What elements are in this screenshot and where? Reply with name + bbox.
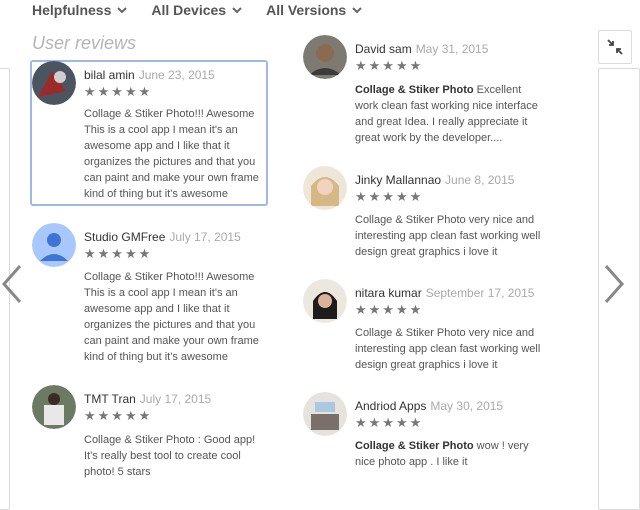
review-app-name: Collage & Stiker Photo — [355, 84, 474, 96]
filter-versions-dropdown[interactable]: All Versions — [266, 2, 364, 18]
author-name: Studio GMFree — [84, 230, 166, 244]
star-rating: ★★★★★ — [84, 84, 153, 99]
filter-label: Helpfulness — [32, 2, 112, 18]
chevron-down-icon — [117, 7, 128, 14]
review-text-content: Collage & Stiker Photo very nice and int… — [355, 327, 541, 371]
section-title: User reviews — [32, 33, 137, 53]
avatar — [32, 223, 76, 267]
filter-label: All Devices — [151, 2, 227, 18]
review-date: May 30, 2015 — [430, 399, 504, 413]
review-text: Collage & Stiker Photo!!! Awesome This i… — [84, 269, 260, 365]
filter-helpfulness-dropdown[interactable]: Helpfulness — [32, 2, 129, 18]
review-text-content: Collage & Stiker Photo : Good app! It's … — [84, 434, 256, 478]
review-date: September 17, 2015 — [425, 286, 535, 300]
avatar — [303, 279, 347, 323]
review-author: nitara kumar September 17, 2015 — [355, 286, 534, 300]
avatar — [303, 35, 347, 79]
star-rating: ★★★★★ — [355, 58, 424, 73]
author-name: David sam — [355, 42, 412, 56]
author-name: TMT Tran — [84, 392, 136, 406]
review-text: Collage & Stiker Photo!!! Awesome This i… — [84, 106, 260, 202]
review-text-content: Collage & Stiker Photo!!! Awesome This i… — [84, 108, 259, 200]
star-rating: ★★★★★ — [355, 189, 424, 204]
star-rating: ★★★★★ — [355, 302, 424, 317]
review-text: Collage & Stiker Photo very nice and int… — [355, 212, 545, 260]
filter-devices-dropdown[interactable]: All Devices — [151, 2, 244, 18]
avatar — [32, 385, 76, 429]
review-date: May 31, 2015 — [415, 42, 489, 56]
filter-label: All Versions — [266, 2, 347, 18]
author-name: nitara kumar — [355, 286, 422, 300]
review-text: Collage & Stiker Photo : Good app! It's … — [84, 432, 264, 480]
review-date: July 17, 2015 — [169, 230, 241, 244]
chevron-down-icon — [232, 7, 242, 14]
avatar — [303, 166, 347, 210]
review-text: Collage & Stiker Photo very nice and int… — [355, 325, 545, 373]
previous-arrow-icon[interactable] — [0, 262, 26, 306]
review-app-name: Collage & Stiker Photo — [355, 440, 474, 452]
star-rating: ★★★★★ — [355, 415, 424, 430]
review-text: Collage & Stiker Photo Excellent work cl… — [355, 82, 545, 146]
review-filters: Helpfulness All Devices All Versions — [32, 0, 364, 20]
next-arrow-icon[interactable] — [600, 262, 628, 306]
star-rating: ★★★★★ — [84, 408, 153, 423]
review-date: June 8, 2015 — [445, 173, 515, 187]
review-text-content: Collage & Stiker Photo very nice and int… — [355, 214, 541, 258]
avatar — [32, 61, 76, 105]
review-author: Studio GMFree July 17, 2015 — [84, 230, 241, 244]
collapse-icon — [607, 39, 623, 55]
review-text: Collage & Stiker Photo wow ! very nice p… — [355, 438, 545, 470]
author-name: Jinky Mallannao — [355, 173, 442, 187]
review-author: Jinky Mallannao June 8, 2015 — [355, 173, 514, 187]
review-author: bilal amin June 23, 2015 — [84, 68, 215, 82]
review-date: July 17, 2015 — [139, 392, 212, 406]
review-text-content: Collage & Stiker Photo!!! Awesome This i… — [84, 271, 259, 363]
review-author: Andriod Apps May 30, 2015 — [355, 399, 503, 413]
review-date: June 23, 2015 — [138, 68, 215, 82]
collapse-button[interactable] — [598, 30, 632, 64]
review-author: David sam May 31, 2015 — [355, 42, 488, 56]
avatar — [303, 392, 347, 436]
review-author: TMT Tran July 17, 2015 — [84, 392, 211, 406]
author-name: bilal amin — [84, 68, 135, 82]
author-name: Andriod Apps — [355, 399, 427, 413]
chevron-down-icon — [352, 7, 362, 14]
star-rating: ★★★★★ — [84, 246, 153, 261]
